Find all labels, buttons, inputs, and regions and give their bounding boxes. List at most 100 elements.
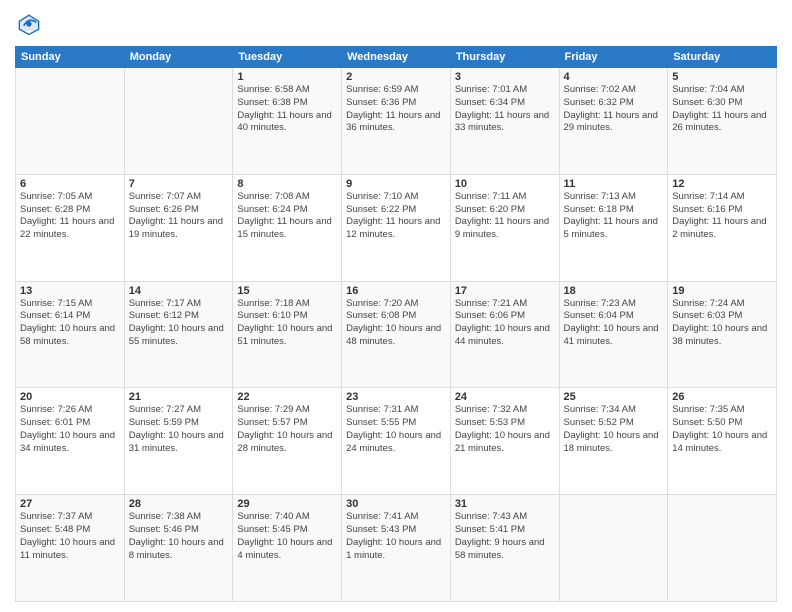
day-info: Sunrise: 6:58 AM Sunset: 6:38 PM Dayligh… — [237, 84, 337, 135]
day-info: Sunrise: 7:24 AM Sunset: 6:03 PM Dayligh… — [672, 298, 772, 349]
day-cell: 9Sunrise: 7:10 AM Sunset: 6:22 PM Daylig… — [342, 174, 451, 281]
day-number: 17 — [455, 285, 555, 297]
day-info: Sunrise: 7:08 AM Sunset: 6:24 PM Dayligh… — [237, 191, 337, 242]
day-cell: 3Sunrise: 7:01 AM Sunset: 6:34 PM Daylig… — [450, 68, 559, 175]
day-cell: 26Sunrise: 7:35 AM Sunset: 5:50 PM Dayli… — [668, 388, 777, 495]
day-number: 23 — [346, 391, 446, 403]
day-info: Sunrise: 7:21 AM Sunset: 6:06 PM Dayligh… — [455, 298, 555, 349]
day-cell: 11Sunrise: 7:13 AM Sunset: 6:18 PM Dayli… — [559, 174, 668, 281]
day-cell: 18Sunrise: 7:23 AM Sunset: 6:04 PM Dayli… — [559, 281, 668, 388]
day-info: Sunrise: 7:26 AM Sunset: 6:01 PM Dayligh… — [20, 404, 120, 455]
header — [15, 10, 777, 38]
day-number: 27 — [20, 498, 120, 510]
day-cell: 21Sunrise: 7:27 AM Sunset: 5:59 PM Dayli… — [124, 388, 233, 495]
day-info: Sunrise: 7:13 AM Sunset: 6:18 PM Dayligh… — [564, 191, 664, 242]
day-info: Sunrise: 7:20 AM Sunset: 6:08 PM Dayligh… — [346, 298, 446, 349]
week-row-4: 20Sunrise: 7:26 AM Sunset: 6:01 PM Dayli… — [16, 388, 777, 495]
calendar-body: 1Sunrise: 6:58 AM Sunset: 6:38 PM Daylig… — [16, 68, 777, 602]
day-info: Sunrise: 7:43 AM Sunset: 5:41 PM Dayligh… — [455, 511, 555, 562]
day-cell: 28Sunrise: 7:38 AM Sunset: 5:46 PM Dayli… — [124, 495, 233, 602]
week-row-5: 27Sunrise: 7:37 AM Sunset: 5:48 PM Dayli… — [16, 495, 777, 602]
day-number: 5 — [672, 71, 772, 83]
day-number: 30 — [346, 498, 446, 510]
day-info: Sunrise: 7:37 AM Sunset: 5:48 PM Dayligh… — [20, 511, 120, 562]
day-cell — [559, 495, 668, 602]
day-header-friday: Friday — [559, 47, 668, 68]
day-cell: 2Sunrise: 6:59 AM Sunset: 6:36 PM Daylig… — [342, 68, 451, 175]
day-cell: 29Sunrise: 7:40 AM Sunset: 5:45 PM Dayli… — [233, 495, 342, 602]
day-number: 28 — [129, 498, 229, 510]
day-cell: 25Sunrise: 7:34 AM Sunset: 5:52 PM Dayli… — [559, 388, 668, 495]
day-number: 25 — [564, 391, 664, 403]
day-number: 6 — [20, 178, 120, 190]
day-info: Sunrise: 7:15 AM Sunset: 6:14 PM Dayligh… — [20, 298, 120, 349]
day-number: 24 — [455, 391, 555, 403]
day-number: 9 — [346, 178, 446, 190]
day-cell — [16, 68, 125, 175]
day-number: 22 — [237, 391, 337, 403]
day-cell: 14Sunrise: 7:17 AM Sunset: 6:12 PM Dayli… — [124, 281, 233, 388]
day-cell: 20Sunrise: 7:26 AM Sunset: 6:01 PM Dayli… — [16, 388, 125, 495]
day-info: Sunrise: 7:27 AM Sunset: 5:59 PM Dayligh… — [129, 404, 229, 455]
logo-icon — [15, 10, 43, 38]
day-header-sunday: Sunday — [16, 47, 125, 68]
day-cell: 5Sunrise: 7:04 AM Sunset: 6:30 PM Daylig… — [668, 68, 777, 175]
day-cell — [124, 68, 233, 175]
day-cell: 30Sunrise: 7:41 AM Sunset: 5:43 PM Dayli… — [342, 495, 451, 602]
day-info: Sunrise: 7:40 AM Sunset: 5:45 PM Dayligh… — [237, 511, 337, 562]
day-cell: 19Sunrise: 7:24 AM Sunset: 6:03 PM Dayli… — [668, 281, 777, 388]
day-info: Sunrise: 7:18 AM Sunset: 6:10 PM Dayligh… — [237, 298, 337, 349]
logo — [15, 10, 47, 38]
week-row-1: 1Sunrise: 6:58 AM Sunset: 6:38 PM Daylig… — [16, 68, 777, 175]
day-number: 31 — [455, 498, 555, 510]
day-cell: 6Sunrise: 7:05 AM Sunset: 6:28 PM Daylig… — [16, 174, 125, 281]
day-number: 4 — [564, 71, 664, 83]
day-info: Sunrise: 7:05 AM Sunset: 6:28 PM Dayligh… — [20, 191, 120, 242]
day-cell: 27Sunrise: 7:37 AM Sunset: 5:48 PM Dayli… — [16, 495, 125, 602]
day-info: Sunrise: 7:35 AM Sunset: 5:50 PM Dayligh… — [672, 404, 772, 455]
day-header-monday: Monday — [124, 47, 233, 68]
day-number: 3 — [455, 71, 555, 83]
day-number: 16 — [346, 285, 446, 297]
day-number: 29 — [237, 498, 337, 510]
day-number: 15 — [237, 285, 337, 297]
day-info: Sunrise: 7:17 AM Sunset: 6:12 PM Dayligh… — [129, 298, 229, 349]
day-header-wednesday: Wednesday — [342, 47, 451, 68]
day-cell: 31Sunrise: 7:43 AM Sunset: 5:41 PM Dayli… — [450, 495, 559, 602]
day-number: 13 — [20, 285, 120, 297]
day-number: 18 — [564, 285, 664, 297]
day-info: Sunrise: 7:04 AM Sunset: 6:30 PM Dayligh… — [672, 84, 772, 135]
day-number: 1 — [237, 71, 337, 83]
day-header-thursday: Thursday — [450, 47, 559, 68]
calendar-table: SundayMondayTuesdayWednesdayThursdayFrid… — [15, 46, 777, 602]
day-cell: 24Sunrise: 7:32 AM Sunset: 5:53 PM Dayli… — [450, 388, 559, 495]
day-number: 2 — [346, 71, 446, 83]
day-cell: 15Sunrise: 7:18 AM Sunset: 6:10 PM Dayli… — [233, 281, 342, 388]
day-cell: 10Sunrise: 7:11 AM Sunset: 6:20 PM Dayli… — [450, 174, 559, 281]
day-cell: 22Sunrise: 7:29 AM Sunset: 5:57 PM Dayli… — [233, 388, 342, 495]
day-header-saturday: Saturday — [668, 47, 777, 68]
day-cell: 7Sunrise: 7:07 AM Sunset: 6:26 PM Daylig… — [124, 174, 233, 281]
header-row: SundayMondayTuesdayWednesdayThursdayFrid… — [16, 47, 777, 68]
day-info: Sunrise: 7:02 AM Sunset: 6:32 PM Dayligh… — [564, 84, 664, 135]
day-info: Sunrise: 7:01 AM Sunset: 6:34 PM Dayligh… — [455, 84, 555, 135]
day-info: Sunrise: 7:10 AM Sunset: 6:22 PM Dayligh… — [346, 191, 446, 242]
day-number: 8 — [237, 178, 337, 190]
day-number: 12 — [672, 178, 772, 190]
week-row-3: 13Sunrise: 7:15 AM Sunset: 6:14 PM Dayli… — [16, 281, 777, 388]
day-number: 11 — [564, 178, 664, 190]
day-number: 7 — [129, 178, 229, 190]
day-info: Sunrise: 7:07 AM Sunset: 6:26 PM Dayligh… — [129, 191, 229, 242]
day-cell: 12Sunrise: 7:14 AM Sunset: 6:16 PM Dayli… — [668, 174, 777, 281]
day-info: Sunrise: 7:41 AM Sunset: 5:43 PM Dayligh… — [346, 511, 446, 562]
day-number: 10 — [455, 178, 555, 190]
day-cell: 4Sunrise: 7:02 AM Sunset: 6:32 PM Daylig… — [559, 68, 668, 175]
calendar-header: SundayMondayTuesdayWednesdayThursdayFrid… — [16, 47, 777, 68]
page: SundayMondayTuesdayWednesdayThursdayFrid… — [0, 0, 792, 612]
day-info: Sunrise: 6:59 AM Sunset: 6:36 PM Dayligh… — [346, 84, 446, 135]
day-info: Sunrise: 7:29 AM Sunset: 5:57 PM Dayligh… — [237, 404, 337, 455]
day-info: Sunrise: 7:14 AM Sunset: 6:16 PM Dayligh… — [672, 191, 772, 242]
day-cell: 17Sunrise: 7:21 AM Sunset: 6:06 PM Dayli… — [450, 281, 559, 388]
week-row-2: 6Sunrise: 7:05 AM Sunset: 6:28 PM Daylig… — [16, 174, 777, 281]
day-number: 19 — [672, 285, 772, 297]
